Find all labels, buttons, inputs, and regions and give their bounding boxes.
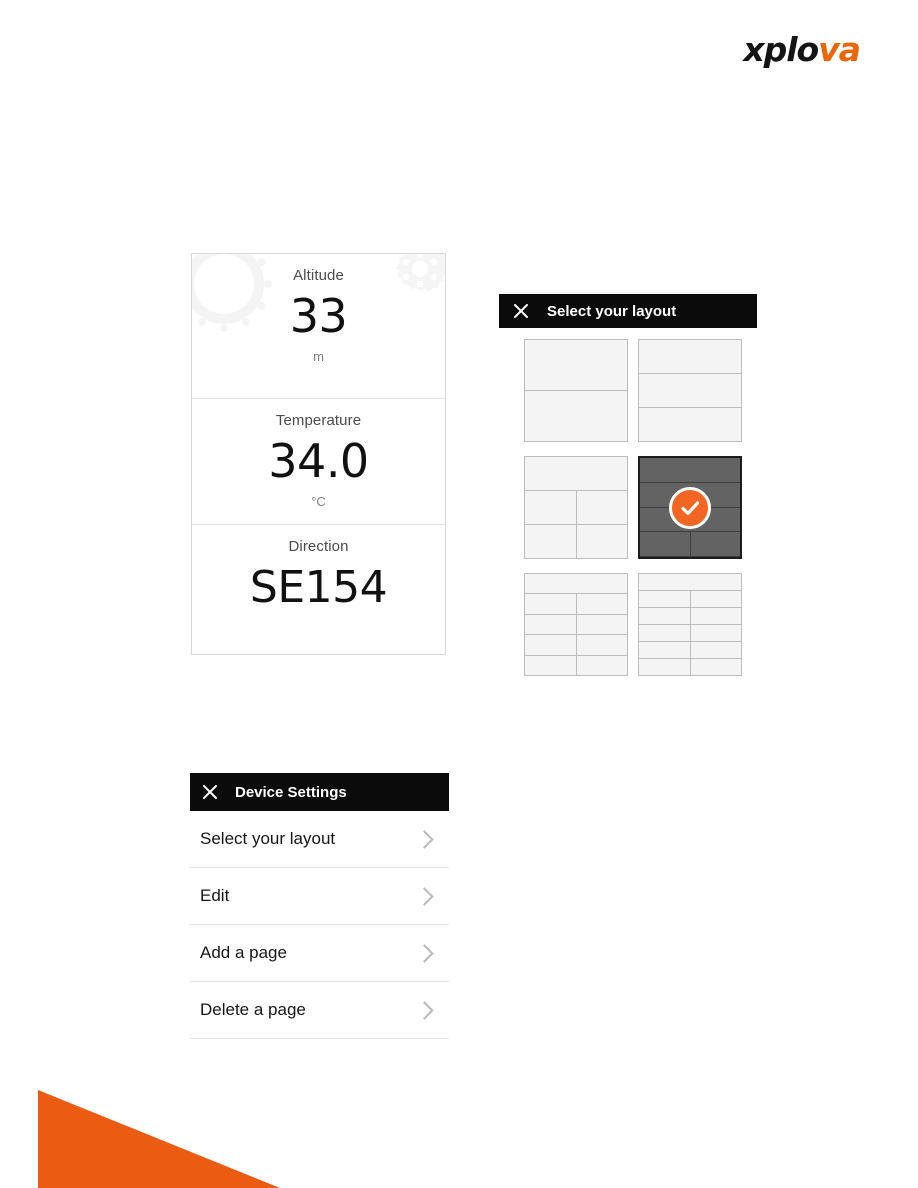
layout-tile-cell <box>691 591 742 607</box>
layout-tile-row <box>525 655 628 676</box>
layout-tile-cell <box>691 608 742 624</box>
layout-tile-row <box>525 340 627 391</box>
metric-value: 33 <box>289 289 348 343</box>
layout-tile-cell <box>525 574 627 593</box>
layout-panel-title: Select your layout <box>547 302 677 320</box>
settings-menu-label: Delete a page <box>200 1000 306 1019</box>
chevron-right-icon <box>415 1000 434 1020</box>
layout-tile-layout-1-top-5x2[interactable] <box>638 573 742 676</box>
metric-label: Altitude <box>293 267 344 284</box>
layout-panel-header: Select your layout <box>499 294 757 328</box>
settings-menu-item[interactable]: Edit <box>190 868 449 925</box>
layout-tile-row <box>639 659 741 675</box>
settings-panel-header: Device Settings <box>190 773 449 811</box>
settings-menu-label: Select your layout <box>200 829 336 848</box>
settings-panel-title: Device Settings <box>235 783 347 801</box>
layout-tile-row <box>639 591 741 608</box>
layout-tile-cell <box>525 340 627 390</box>
settings-menu-item[interactable]: Delete a page <box>190 982 449 1039</box>
layout-tile-cell <box>639 659 691 675</box>
layout-tile-cell <box>639 374 741 407</box>
logo-text-dark: xplo <box>743 30 819 69</box>
layout-tile-cell <box>639 591 691 607</box>
layout-tile-row <box>525 491 627 525</box>
logo-text-accent: va <box>818 30 861 69</box>
layout-tile-row <box>525 635 628 656</box>
layout-tile-cell <box>525 594 577 614</box>
layout-tile-cell <box>639 642 691 658</box>
layout-tile-cell <box>639 608 691 624</box>
layout-tile-cell <box>691 642 742 658</box>
layout-tile-cell <box>525 525 577 558</box>
layout-tile-cell <box>525 457 627 490</box>
chevron-right-icon <box>415 829 434 849</box>
xplova-logo: xplova <box>743 30 861 69</box>
layout-tile-cell <box>525 491 577 524</box>
layout-tile-cell <box>525 391 627 441</box>
layout-tile-row <box>639 642 741 659</box>
metric-panel-direction: Direction SE154 <box>192 525 445 654</box>
layout-tile-row <box>525 457 627 491</box>
layout-tile-cell <box>577 656 628 675</box>
settings-menu-item[interactable]: Select your layout <box>190 811 449 868</box>
layout-tile-cell <box>577 491 628 524</box>
metric-unit: °C <box>311 494 326 509</box>
layout-tile-cell <box>525 635 577 655</box>
settings-menu-label: Add a page <box>200 943 287 962</box>
close-icon[interactable] <box>201 783 219 801</box>
layout-tile-layout-3-rows-split-bottom[interactable] <box>638 456 742 559</box>
layout-tile-row <box>639 608 741 625</box>
metric-unit: m <box>313 349 324 364</box>
layout-tile-cell <box>525 655 577 676</box>
layout-tile-layout-1-top-4x2[interactable] <box>524 573 628 676</box>
layout-tile-cell <box>639 574 741 590</box>
layout-tile-cell <box>691 625 742 641</box>
layout-tile-layout-1-top-2x2[interactable] <box>524 456 628 559</box>
close-icon[interactable] <box>512 302 530 320</box>
layout-tile-row <box>525 391 627 441</box>
layout-tile-row <box>639 625 741 642</box>
layout-tile-cell <box>639 625 691 641</box>
layout-tile-grid <box>499 339 757 676</box>
orange-corner-decoration <box>38 1090 280 1188</box>
chevron-right-icon <box>415 943 434 963</box>
layout-tile-row <box>639 374 741 408</box>
layout-tile-layout-3-rows[interactable] <box>638 339 742 442</box>
settings-menu-item[interactable]: Add a page <box>190 925 449 982</box>
metric-value: SE154 <box>249 562 388 613</box>
device-preview-screen: Altitude 33 m Temperature 34.0 °C Direct… <box>191 253 446 655</box>
layout-tile-cell <box>577 594 628 613</box>
layout-tile-row <box>639 574 741 591</box>
settings-menu-list: Select your layout Edit Add a page Delete a… <box>190 811 449 1039</box>
layout-tile-cell <box>639 340 741 373</box>
layout-tile-cell <box>525 614 577 635</box>
layout-tile-layout-2-rows[interactable] <box>524 339 628 442</box>
selected-check-icon <box>669 486 711 529</box>
layout-tile-row <box>640 458 740 483</box>
device-settings-panel: Device Settings Select your layout Edit Ad… <box>190 773 449 1039</box>
metric-value: 34.0 <box>268 434 369 488</box>
layout-tile-row <box>525 574 627 595</box>
layout-tile-cell <box>691 532 741 556</box>
metric-panel-temperature: Temperature 34.0 °C <box>192 399 445 525</box>
layout-tile-row <box>525 525 627 558</box>
layout-tile-cell <box>577 635 628 654</box>
layout-tile-row <box>525 594 628 615</box>
chevron-right-icon <box>415 886 434 906</box>
metric-label: Temperature <box>275 412 362 429</box>
layout-tile-cell <box>691 659 742 675</box>
layout-tile-cell <box>639 408 741 441</box>
layout-tile-cell <box>640 458 740 482</box>
metric-panel-altitude: Altitude 33 m <box>192 254 445 399</box>
layout-tile-row <box>525 614 628 636</box>
layout-tile-row <box>640 532 740 557</box>
layout-tile-cell <box>640 532 691 556</box>
metric-label: Direction <box>288 538 349 555</box>
select-layout-panel: Select your layout <box>499 294 757 676</box>
settings-menu-label: Edit <box>200 886 230 905</box>
layout-tile-row <box>639 340 741 374</box>
layout-tile-cell <box>577 525 628 558</box>
layout-tile-row <box>639 408 741 441</box>
layout-tile-cell <box>577 615 628 634</box>
